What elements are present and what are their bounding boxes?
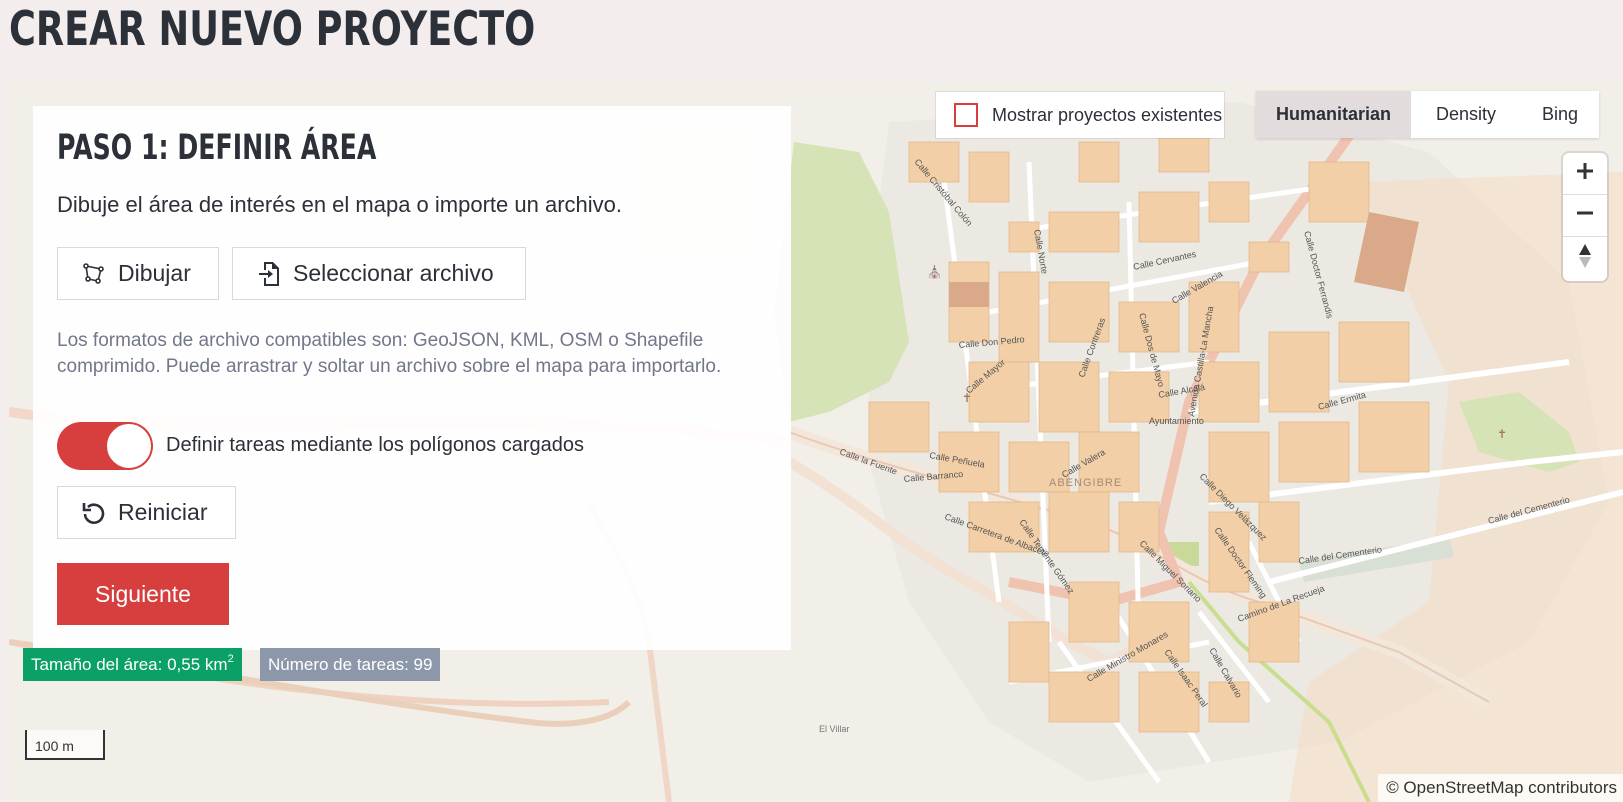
town-label: ABENGIBRE xyxy=(1049,477,1122,489)
step-description: Dibuje el área de interés en el mapa o i… xyxy=(57,192,622,217)
select-file-button[interactable]: Seleccionar archivo xyxy=(232,247,526,300)
layer-density[interactable]: Density xyxy=(1411,91,1521,138)
layer-humanitarian[interactable]: Humanitarian xyxy=(1256,91,1411,138)
polygon-tasks-toggle[interactable] xyxy=(57,422,153,470)
zoom-in-button[interactable] xyxy=(1563,153,1607,195)
page-title: CREAR NUEVO PROYECTO xyxy=(9,2,536,57)
create-project-panel: PASO 1: DEFINIR ÁREA Dibuje el área de i… xyxy=(33,106,791,650)
map-attribution: © OpenStreetMap contributors xyxy=(1378,774,1623,802)
plus-icon xyxy=(1575,161,1595,186)
next-button[interactable]: Siguiente xyxy=(57,563,229,625)
show-existing-checkbox[interactable] xyxy=(954,103,978,127)
compass-icon xyxy=(1577,242,1593,275)
area-unit-superscript: 2 xyxy=(227,652,234,665)
svg-text:Ayuntamiento: Ayuntamiento xyxy=(1149,416,1204,426)
toggle-knob xyxy=(106,423,152,469)
draw-button-label: Dibujar xyxy=(118,260,191,286)
area-size-text: Tamaño del área: 0,55 km xyxy=(31,654,228,674)
file-import-icon xyxy=(255,260,283,288)
reset-button-label: Reiniciar xyxy=(118,499,208,525)
minus-icon xyxy=(1575,203,1595,228)
undo-icon xyxy=(80,499,108,527)
svg-text:✝: ✝ xyxy=(962,391,972,405)
map[interactable]: Calle Cristóbal Colón Calle Cervantes Ca… xyxy=(9,82,1623,802)
step-title: PASO 1: DEFINIR ÁREA xyxy=(57,128,377,168)
supported-formats-text: Los formatos de archivo compatibles son:… xyxy=(57,330,722,377)
layer-bing[interactable]: Bing xyxy=(1521,91,1599,138)
reset-button[interactable]: Reiniciar xyxy=(57,486,236,539)
area-size-badge: Tamaño del área: 0,55 km 2 xyxy=(23,648,242,681)
polygon-draw-icon xyxy=(80,260,108,288)
svg-text:⛪: ⛪ xyxy=(927,264,942,279)
reset-north-button[interactable] xyxy=(1563,237,1607,279)
draw-button[interactable]: Dibujar xyxy=(57,247,219,300)
select-file-button-label: Seleccionar archivo xyxy=(293,260,494,286)
map-scale: 100 m xyxy=(25,730,105,760)
show-existing-label: Mostrar proyectos existentes xyxy=(992,104,1223,125)
basemap-switcher: Humanitarian Density Bing xyxy=(1256,91,1599,138)
place-label: El Villar xyxy=(819,724,849,734)
polygon-tasks-toggle-label: Definir tareas mediante los polígonos ca… xyxy=(166,434,585,456)
show-existing-projects[interactable]: Mostrar proyectos existentes xyxy=(936,92,1224,138)
task-count-badge: Número de tareas: 99 xyxy=(260,648,441,681)
zoom-controls xyxy=(1563,153,1607,281)
svg-text:✝: ✝ xyxy=(1497,427,1507,441)
zoom-out-button[interactable] xyxy=(1563,195,1607,237)
